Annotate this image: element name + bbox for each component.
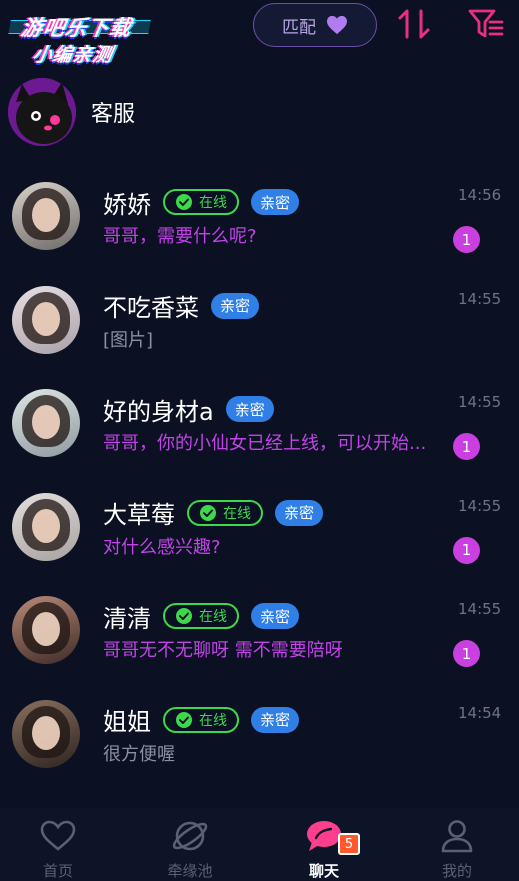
intimate-tag: 亲密 (275, 499, 324, 526)
intimate-tag: 亲密 (211, 292, 260, 319)
contact-name: 不吃香菜 (103, 294, 199, 322)
unread-badge: 1 (453, 433, 480, 460)
last-message: 哥哥无不无聊呀 需不需要陪呀 (103, 640, 343, 661)
chat-unread-badge: 5 (338, 833, 360, 855)
online-status: 在线 (187, 499, 263, 526)
check-circle-icon (176, 608, 192, 624)
avatar (12, 285, 80, 354)
contact-name: 大草莓 (103, 501, 175, 529)
nav-fate-label: 牵缘池 (167, 862, 213, 880)
chat-item[interactable]: 不吃香菜 亲密 [图片] 14:55 (0, 274, 519, 378)
contact-name: 清清 (103, 604, 151, 633)
contact-name: 娇娇 (103, 190, 151, 219)
service-avatar (8, 78, 76, 146)
chat-list: 娇娇 在线 亲密 哥哥，需要什么呢? 14:56 1 不吃香菜 亲密 [图片] … (0, 170, 519, 791)
unread-badge: 1 (453, 536, 480, 564)
online-status: 在线 (163, 189, 239, 215)
message-time: 14:55 (458, 496, 502, 515)
intimate-tag: 亲密 (251, 706, 300, 733)
nav-fate-pool[interactable]: 牵缘池 (140, 808, 240, 881)
sort-arrows-icon[interactable] (397, 7, 431, 41)
last-message: [图片] (103, 329, 154, 351)
nav-home-label: 首页 (42, 862, 73, 880)
online-label: 在线 (199, 195, 227, 211)
intimate-tag: 亲密 (225, 396, 274, 422)
contact-name: 姐姐 (103, 708, 151, 736)
customer-service-row[interactable]: 客服 (8, 78, 508, 146)
chat-item[interactable]: 清清 在线 亲密 哥哥无不无聊呀 需不需要陪呀 14:55 1 (0, 584, 519, 688)
last-message: 对什么感兴趣? (103, 536, 221, 558)
online-label: 在线 (199, 712, 227, 729)
nav-home[interactable]: 首页 (8, 808, 108, 881)
intimate-tag: 亲密 (251, 189, 300, 215)
avatar (12, 492, 80, 561)
message-time: 14:55 (458, 393, 502, 411)
nav-chat[interactable]: 5 聊天 (274, 808, 374, 881)
last-message: 哥哥，你的小仙女已经上线，可以开始... (103, 433, 427, 454)
check-circle-icon (176, 711, 192, 728)
avatar (12, 182, 80, 250)
nav-mine-label: 我的 (441, 862, 472, 880)
chat-item[interactable]: 娇娇 在线 亲密 哥哥，需要什么呢? 14:56 1 (0, 170, 519, 274)
online-status: 在线 (163, 603, 239, 629)
nav-chat-label: 聊天 (308, 862, 339, 880)
online-status: 在线 (163, 706, 239, 733)
avatar (12, 596, 80, 664)
contact-name: 好的身材a (103, 397, 214, 426)
message-time: 14:54 (458, 703, 502, 722)
match-label: 匹配 (282, 17, 316, 38)
planet-icon (172, 821, 208, 851)
watermark-logo: 游吧乐下载 小编亲测 (3, 6, 156, 66)
avatar (12, 389, 80, 457)
chat-item[interactable]: 好的身材a 亲密 哥哥，你的小仙女已经上线，可以开始... 14:55 1 (0, 377, 519, 481)
last-message: 哥哥，需要什么呢? (103, 226, 257, 247)
check-circle-icon (200, 504, 216, 521)
message-time: 14:55 (458, 600, 502, 618)
user-icon (441, 820, 473, 853)
intimate-tag: 亲密 (251, 603, 300, 629)
top-bar: 游吧乐下载 小编亲测 匹配 (0, 0, 519, 66)
online-label: 在线 (199, 609, 227, 625)
check-circle-icon (176, 194, 192, 210)
heart-outline-icon (40, 820, 76, 851)
online-label: 在线 (223, 505, 251, 522)
filter-icon[interactable] (468, 8, 504, 40)
message-time: 14:56 (458, 186, 502, 204)
logo-line1: 游吧乐下载 (19, 16, 134, 40)
message-time: 14:55 (458, 289, 502, 308)
unread-badge: 1 (453, 640, 480, 667)
match-button[interactable]: 匹配 (253, 3, 377, 47)
last-message: 很方便喔 (103, 743, 175, 765)
cat-mascot-icon (8, 78, 76, 146)
unread-badge: 1 (453, 226, 480, 253)
logo-line2: 小编亲测 (30, 44, 115, 66)
bottom-nav: 首页 牵缘池 5 聊天 我的 (0, 808, 519, 881)
avatar (12, 699, 80, 768)
chat-item[interactable]: 姐姐 在线 亲密 很方便喔 14:54 (0, 688, 519, 792)
chat-item[interactable]: 大草莓 在线 亲密 对什么感兴趣? 14:55 1 (0, 481, 519, 585)
service-label: 客服 (91, 102, 136, 127)
nav-mine[interactable]: 我的 (407, 808, 507, 881)
heart-icon (327, 15, 347, 35)
